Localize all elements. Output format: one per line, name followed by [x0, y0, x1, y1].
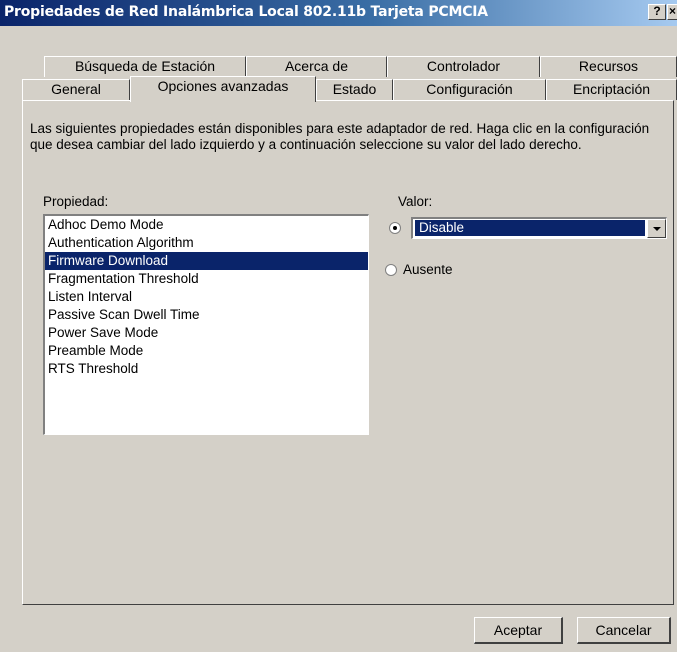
accept-button[interactable]: Aceptar [474, 617, 563, 644]
help-button[interactable]: ? [648, 4, 666, 20]
tab-controlador[interactable]: Controlador [387, 56, 540, 77]
tab-configuracion[interactable]: Configuración [393, 79, 546, 100]
tab-encriptacion[interactable]: Encriptación [546, 79, 677, 100]
tab-busqueda-de-estacion[interactable]: Búsqueda de Estación [44, 56, 246, 77]
title-bar: Propiedades de Red Inalámbrica Local 802… [0, 0, 677, 26]
window-title: Propiedades de Red Inalámbrica Local 802… [4, 4, 488, 20]
tab-acerca-de[interactable]: Acerca de [246, 56, 387, 77]
tab-panel [22, 100, 674, 605]
close-button[interactable]: × [667, 4, 677, 20]
cancel-button[interactable]: Cancelar [577, 617, 671, 644]
tab-recursos[interactable]: Recursos [540, 56, 677, 77]
tab-opciones-avanzadas[interactable]: Opciones avanzadas [130, 76, 316, 102]
tab-estado[interactable]: Estado [316, 79, 393, 100]
tab-general[interactable]: General [22, 79, 130, 100]
